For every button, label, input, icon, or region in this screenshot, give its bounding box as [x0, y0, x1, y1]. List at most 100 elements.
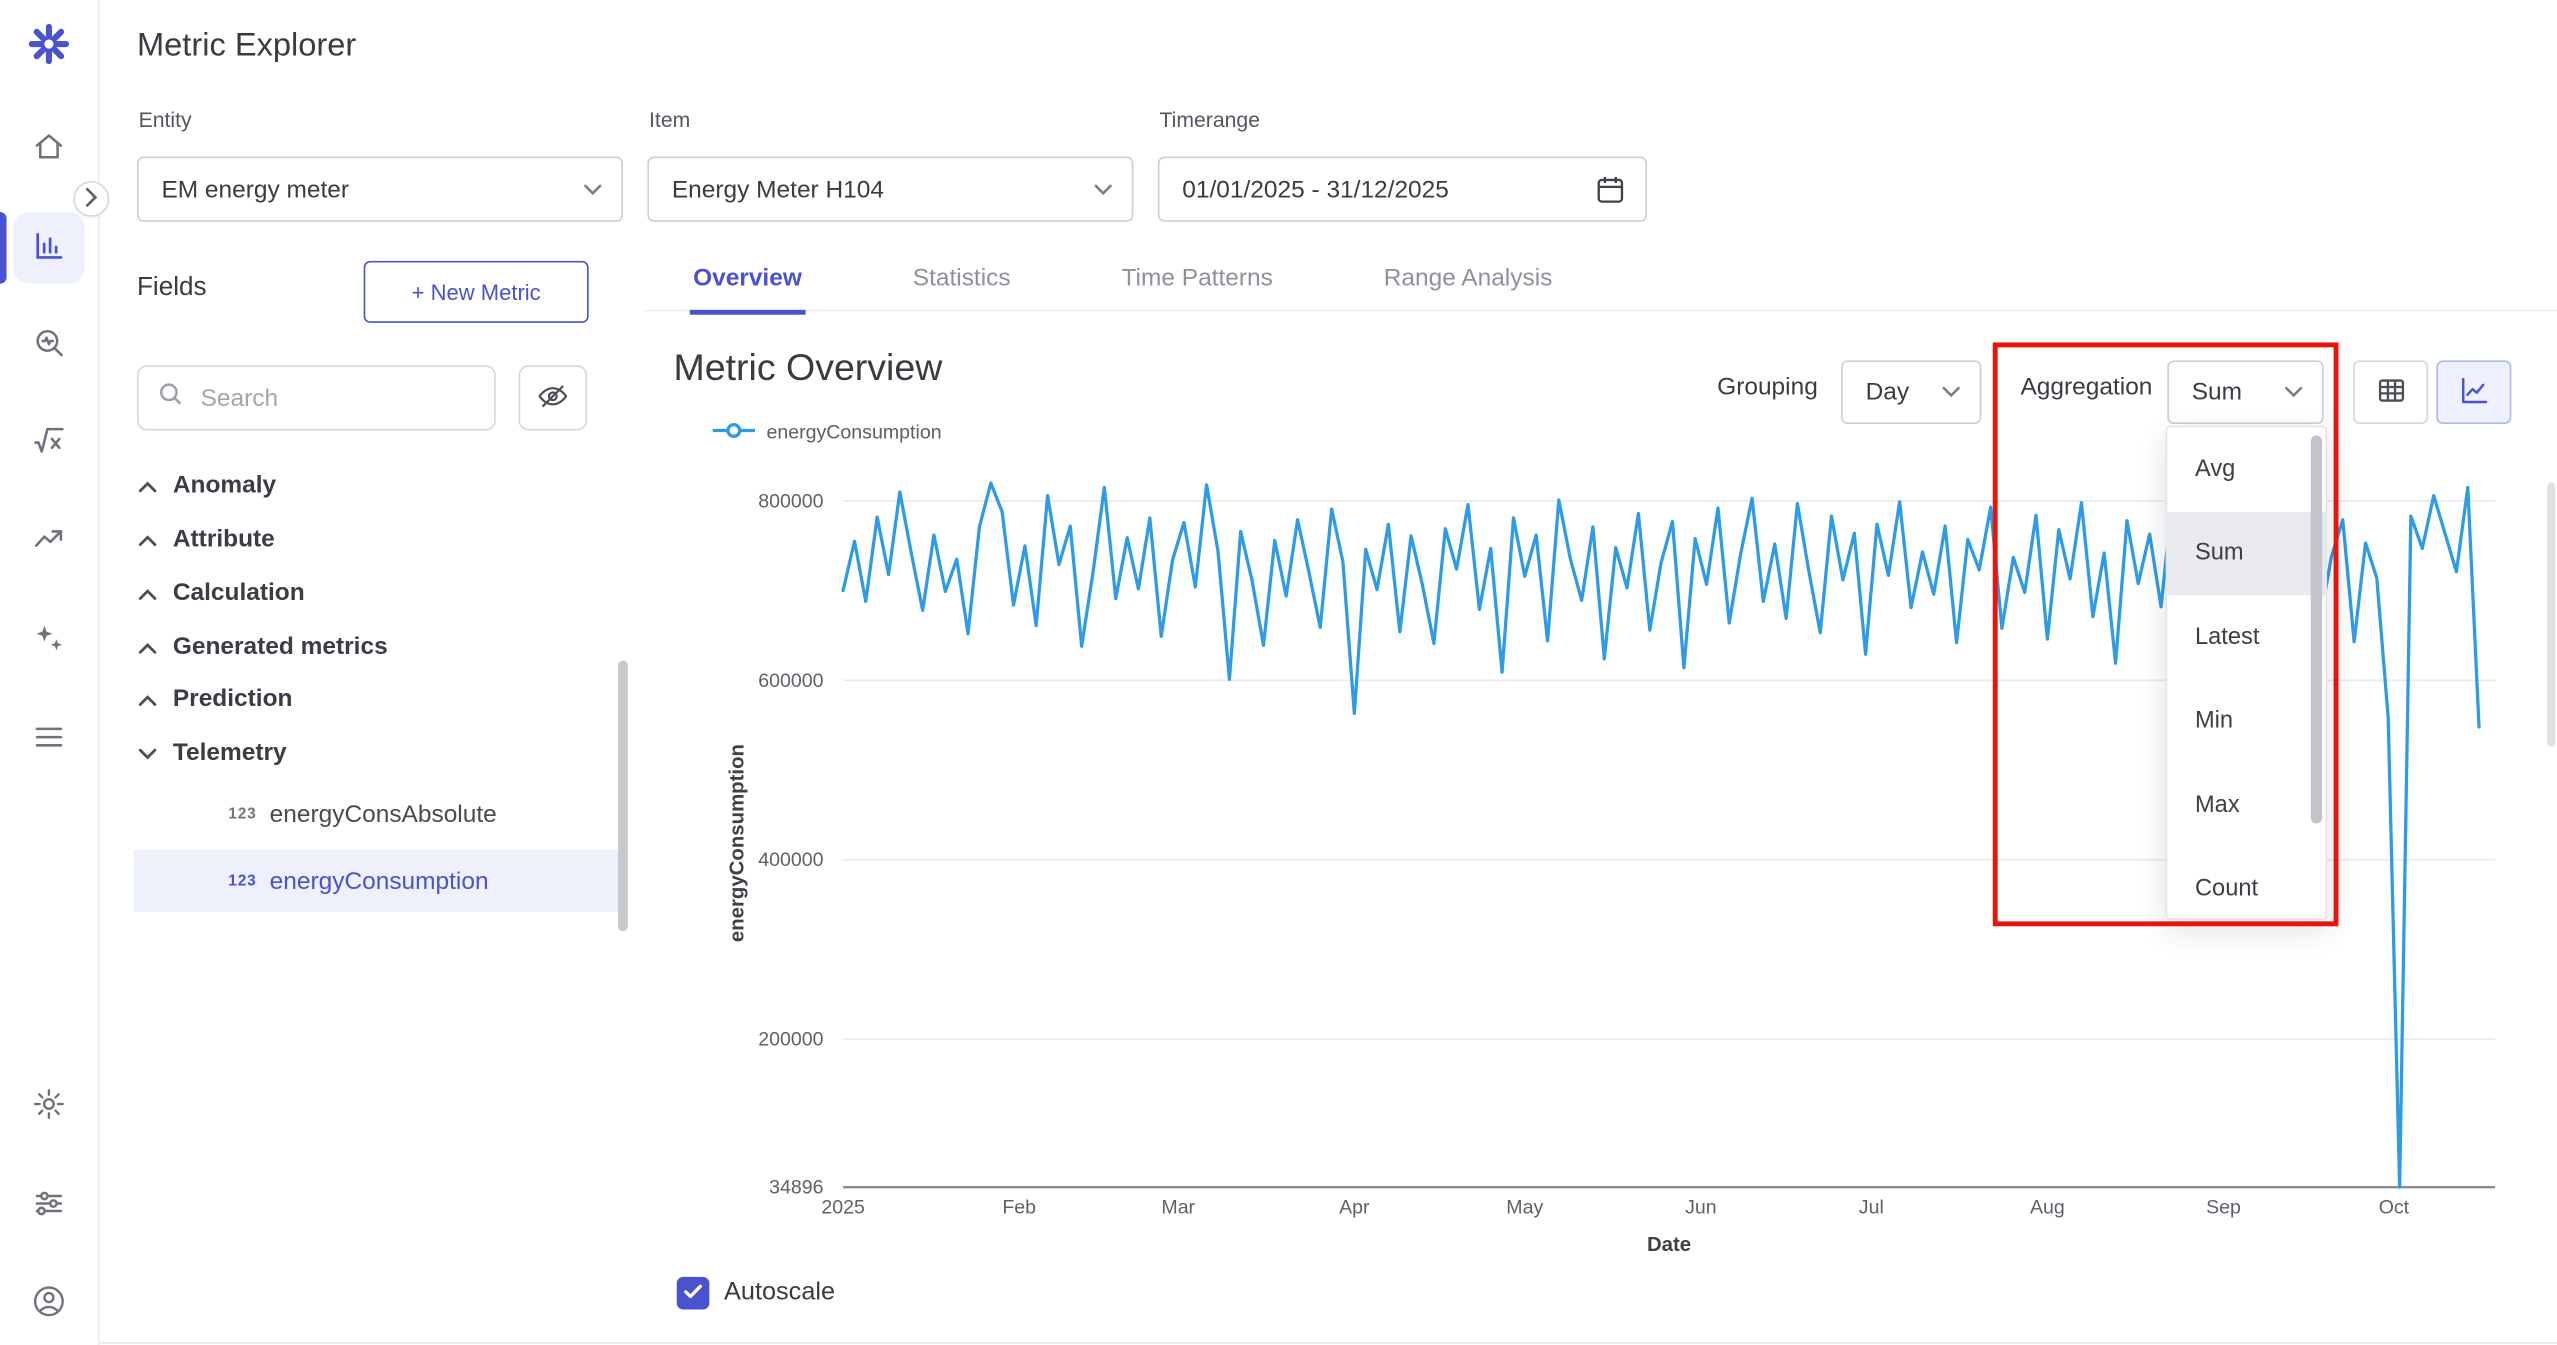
chevron-up-icon	[139, 633, 157, 661]
search-icon	[158, 382, 182, 415]
sidebar-item-settings[interactable]	[16, 1073, 81, 1138]
field-group-label: Telemetry	[173, 739, 287, 767]
grouping-label: Grouping	[1717, 373, 1818, 401]
calendar-icon[interactable]	[1595, 174, 1626, 205]
field-group-anomaly[interactable]: Anomaly	[134, 458, 623, 512]
chevron-up-icon	[139, 579, 157, 607]
sidebar-item-preferences[interactable]	[16, 1173, 81, 1238]
square-root-icon	[31, 422, 67, 463]
aggregation-label: Aggregation	[2020, 373, 2152, 401]
hide-fields-button[interactable]	[519, 365, 587, 430]
item-label: Item	[649, 108, 690, 132]
entity-label: Entity	[139, 108, 192, 132]
aggregation-value: Sum	[2192, 378, 2269, 406]
sidebar-expand-button[interactable]	[73, 181, 109, 217]
field-group-telemetry[interactable]: Telemetry	[134, 726, 623, 780]
chevron-up-icon	[139, 685, 157, 713]
grouping-select[interactable]: Day	[1841, 360, 1981, 424]
svg-text:2025: 2025	[821, 1196, 865, 1218]
svg-text:600000: 600000	[758, 670, 823, 692]
aggregation-option-latest[interactable]: Latest	[2167, 595, 2325, 679]
timerange-value: 01/01/2025 - 31/12/2025	[1182, 175, 1578, 203]
svg-text:Aug: Aug	[2030, 1196, 2065, 1218]
app-root: Metric Explorer Entity EM energy meter I…	[0, 0, 2557, 1345]
field-group-label: Anomaly	[173, 471, 276, 499]
chevron-down-icon	[2285, 386, 2303, 397]
sidebar-item-ai[interactable]	[16, 608, 81, 673]
tab-statistics[interactable]: Statistics	[909, 248, 1013, 315]
aggregation-option-min[interactable]: Min	[2167, 679, 2325, 763]
item-select[interactable]: Energy Meter H104	[647, 157, 1133, 222]
dropdown-scrollbar[interactable]	[2311, 435, 2322, 823]
chevron-up-icon	[139, 525, 157, 553]
tab-overview[interactable]: Overview	[690, 248, 805, 315]
tab-range-analysis[interactable]: Range Analysis	[1380, 248, 1555, 315]
chart-view-button[interactable]	[2436, 360, 2511, 424]
gear-icon	[31, 1085, 67, 1126]
search-wave-icon	[31, 324, 67, 365]
chevron-down-icon	[584, 183, 602, 194]
svg-text:Jun: Jun	[1685, 1196, 1717, 1218]
legend-marker-icon	[713, 421, 755, 444]
search-input-container	[137, 365, 496, 430]
sidebar-item-profile[interactable]	[16, 1270, 81, 1335]
sidebar-item-home[interactable]	[16, 116, 81, 181]
sidebar-item-signal-search[interactable]	[16, 311, 81, 376]
timerange-input[interactable]: 01/01/2025 - 31/12/2025	[1158, 157, 1647, 222]
field-group-calculation[interactable]: Calculation	[134, 566, 623, 620]
aggregation-option-max[interactable]: Max	[2167, 763, 2325, 847]
table-icon	[2374, 373, 2408, 412]
chevron-down-icon	[1942, 386, 1960, 397]
item-value: Energy Meter H104	[672, 175, 1078, 203]
metric-overview-heading: Metric Overview	[673, 346, 942, 390]
sidebar-item-formulas[interactable]	[16, 409, 81, 474]
field-item-label: energyConsumption	[270, 867, 489, 895]
field-group-prediction[interactable]: Prediction	[134, 672, 623, 726]
sparkles-icon	[31, 620, 67, 661]
field-item-label: energyConsAbsolute	[270, 800, 497, 828]
sidebar-item-list[interactable]	[16, 706, 81, 771]
app-logo	[21, 20, 76, 75]
menu-icon	[31, 718, 67, 759]
entity-select[interactable]: EM energy meter	[137, 157, 623, 222]
svg-text:34896: 34896	[769, 1177, 823, 1199]
svg-text:Mar: Mar	[1161, 1196, 1195, 1218]
person-icon	[31, 1283, 67, 1324]
aggregation-option-count[interactable]: Count	[2167, 847, 2325, 920]
svg-text:Jul: Jul	[1859, 1196, 1884, 1218]
tab-time-patterns[interactable]: Time Patterns	[1118, 248, 1276, 315]
grouping-value: Day	[1866, 378, 1926, 406]
aggregation-option-sum[interactable]: Sum	[2167, 511, 2325, 595]
field-group-generated-metrics[interactable]: Generated metrics	[134, 620, 623, 674]
svg-text:200000: 200000	[758, 1029, 823, 1051]
field-group-label: Prediction	[173, 685, 293, 713]
legend-item[interactable]: energyConsumption	[713, 421, 942, 444]
field-item-energyconsabsolute[interactable]: 123 energyConsAbsolute	[134, 783, 620, 845]
search-input[interactable]	[197, 382, 474, 413]
page-title: Metric Explorer	[137, 28, 356, 66]
timerange-label: Timerange	[1159, 108, 1260, 132]
sidebar-item-trends[interactable]	[16, 507, 81, 572]
aggregation-dropdown-menu: Avg Sum Latest Min Max Count	[2166, 426, 2327, 920]
trend-up-icon	[31, 519, 67, 560]
chevron-up-icon	[139, 471, 157, 499]
entity-value: EM energy meter	[161, 175, 567, 203]
svg-text:Feb: Feb	[1002, 1196, 1036, 1218]
table-view-button[interactable]	[2353, 360, 2428, 424]
fields-scrollbar[interactable]	[618, 660, 628, 931]
aggregation-select[interactable]: Sum	[2167, 360, 2324, 424]
new-metric-button[interactable]: + New Metric	[364, 261, 589, 323]
svg-text:800000: 800000	[758, 490, 823, 512]
window-scrollbar[interactable]	[2547, 483, 2555, 747]
chevron-down-icon	[1094, 183, 1112, 194]
field-item-energyconsumption[interactable]: 123 energyConsumption	[134, 850, 620, 912]
sidebar-item-metrics[interactable]	[16, 215, 81, 280]
view-tabs: Overview Statistics Time Patterns Range …	[690, 248, 1556, 315]
active-nav-indicator	[0, 212, 7, 284]
aggregation-option-avg[interactable]: Avg	[2167, 427, 2325, 511]
field-group-attribute[interactable]: Attribute	[134, 512, 623, 566]
autoscale-checkbox[interactable]	[677, 1277, 710, 1310]
svg-text:Sep: Sep	[2206, 1196, 2241, 1218]
chevron-right-icon	[85, 187, 98, 211]
svg-text:Date: Date	[1647, 1234, 1691, 1256]
